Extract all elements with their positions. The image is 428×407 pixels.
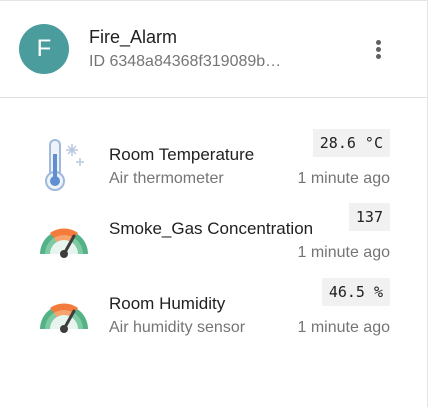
device-name: Fire_Alarm <box>89 27 178 47</box>
sensor-timestamp: 1 minute ago <box>297 244 390 261</box>
more-vertical-icon <box>376 40 381 45</box>
gauge-icon <box>40 303 88 333</box>
more-options-button[interactable] <box>366 34 392 64</box>
gauge-icon <box>40 228 88 258</box>
device-id: ID 6348a84368f319089b… <box>89 53 282 70</box>
sensor-value: 137 <box>348 203 390 231</box>
sensor-title: Room Humidity <box>109 294 226 313</box>
sensor-timestamp: 1 minute ago <box>297 319 390 336</box>
sensor-timestamp: 1 minute ago <box>297 170 390 187</box>
device-header: F Fire_Alarm ID 6348a84368f319089b… <box>0 1 427 98</box>
sensor-subtitle: Air thermometer <box>109 170 224 187</box>
sensor-subtitle: Air humidity sensor <box>109 319 246 336</box>
sensor-title: Smoke_Gas Concentration <box>109 219 314 238</box>
sensor-title: Room Temperature <box>109 145 255 164</box>
sensor-value: 28.6 °C <box>312 129 390 157</box>
sensor-value: 46.5 % <box>321 278 390 306</box>
device-card: F Fire_Alarm ID 6348a84368f319089b… Room <box>0 0 428 407</box>
sensor-row-smoke-gas[interactable]: Smoke_Gas Concentration 137 1 minute ago <box>0 203 427 282</box>
thermometer-icon <box>45 139 84 191</box>
sensor-row-temperature[interactable]: Room Temperature Air thermometer 28.6 °C… <box>0 129 427 208</box>
device-avatar: F <box>19 24 69 74</box>
sensor-row-humidity[interactable]: Room Humidity Air humidity sensor 46.5 %… <box>0 278 427 357</box>
